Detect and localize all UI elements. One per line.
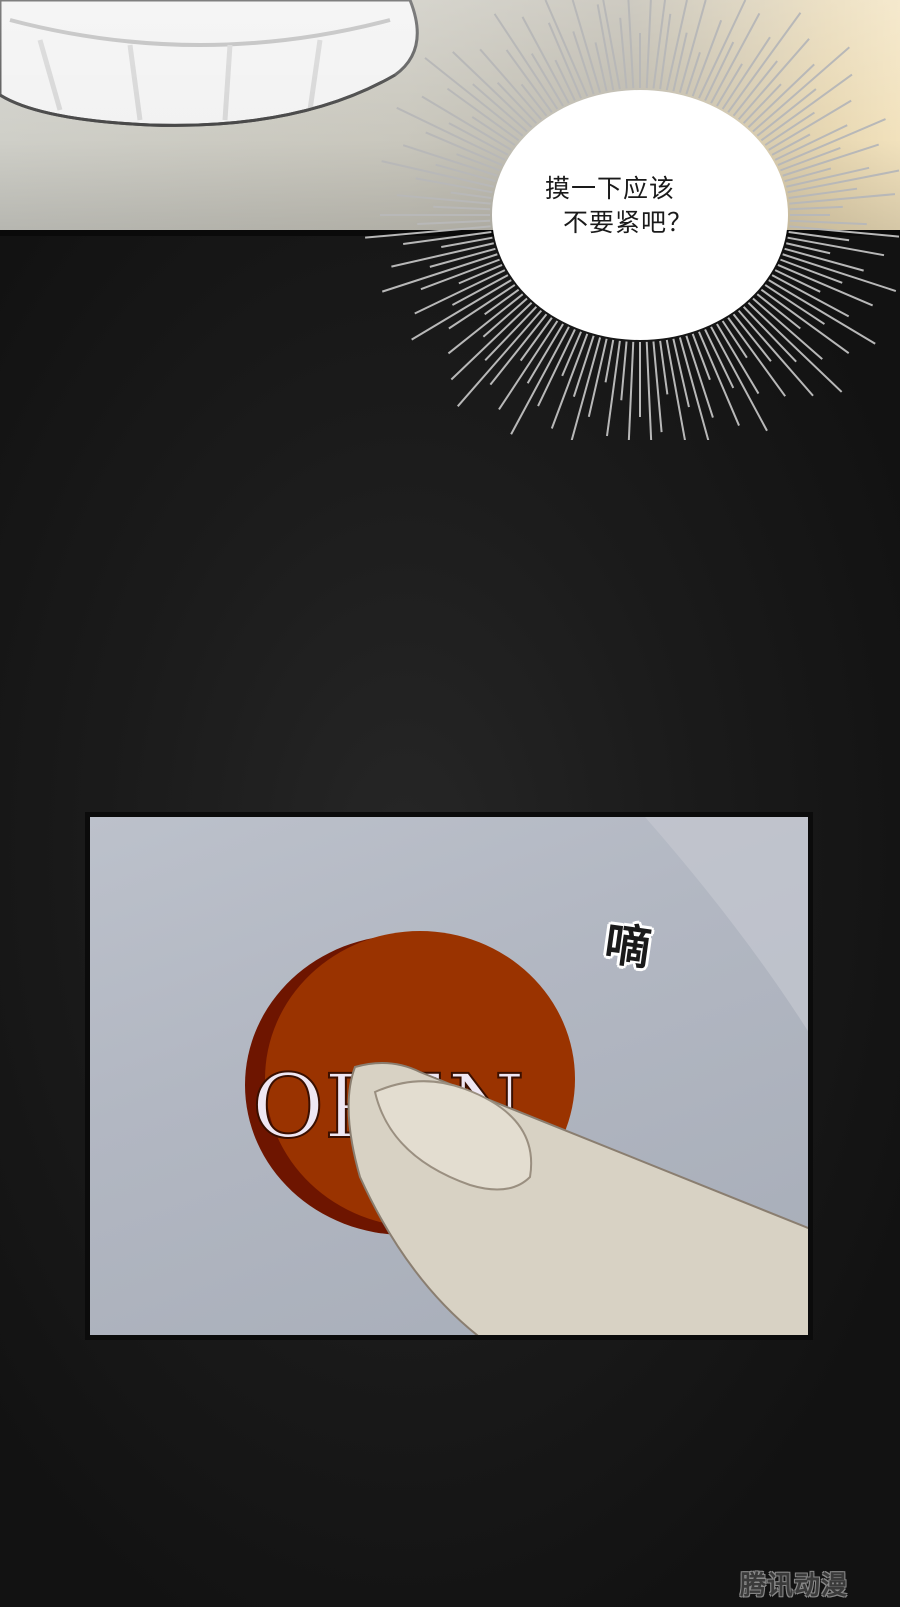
burst-ray: [526, 323, 564, 384]
burst-ray: [482, 297, 528, 338]
burst-ray: [450, 191, 492, 199]
burst-ray: [619, 17, 628, 89]
burst-ray: [742, 83, 782, 124]
speech-line-2: 不要紧吧？: [563, 208, 694, 237]
burst-ray: [716, 323, 760, 395]
beep-sound-effect: 嘀: [601, 916, 655, 976]
burst-ray: [659, 340, 669, 395]
thought-burst: [365, 0, 900, 440]
burst-ray: [493, 13, 559, 110]
burst-ray: [620, 341, 628, 401]
burst-ray: [645, 341, 653, 440]
burst-ray: [782, 253, 897, 292]
burst-ray: [784, 167, 832, 183]
burst-ray: [627, 0, 635, 89]
burst-ray: [510, 326, 570, 435]
burst-ray: [496, 82, 538, 124]
burst-ray: [417, 219, 491, 225]
burst-ray: [415, 177, 493, 194]
burst-ray: [652, 0, 667, 89]
burst-ray: [456, 309, 543, 407]
burst-ray: [742, 306, 797, 363]
burst-ray: [587, 338, 608, 418]
speech-bubble: 摸一下应该 不要紧吧？: [545, 172, 735, 240]
burst-ray: [433, 205, 491, 211]
burst-ray: [732, 313, 772, 362]
burst-ray: [691, 333, 711, 381]
burst-ray: [484, 306, 538, 361]
burst-ray: [472, 83, 528, 133]
burst-ray: [381, 253, 498, 293]
burst-ray: [396, 106, 506, 161]
burst-ray: [652, 341, 663, 433]
burst-ray: [547, 22, 582, 99]
burst-ray: [411, 279, 512, 341]
burst-ray: [764, 111, 815, 146]
speech-line-1: 摸一下应该: [545, 174, 676, 203]
burst-ray: [698, 331, 740, 426]
open-button-scene: OPEN: [245, 817, 808, 1335]
burst-ray: [448, 122, 509, 156]
burst-ray: [756, 293, 801, 330]
button-panel: OPEN: [85, 812, 813, 1340]
burst-ray: [672, 338, 690, 408]
burst-ray: [605, 340, 621, 437]
burst-ray: [672, 32, 688, 92]
burst-ray: [756, 88, 817, 137]
burst-ray: [424, 57, 524, 137]
watermark-logo: 腾讯动漫: [740, 1571, 849, 1601]
burst-ray: [789, 219, 867, 226]
burst-ray: [645, 0, 652, 89]
burst-ray: [627, 341, 635, 440]
burst-ray: [789, 205, 843, 211]
burst-ray: [451, 274, 509, 306]
burst-ray: [604, 339, 615, 383]
burst-ray: [365, 225, 491, 239]
